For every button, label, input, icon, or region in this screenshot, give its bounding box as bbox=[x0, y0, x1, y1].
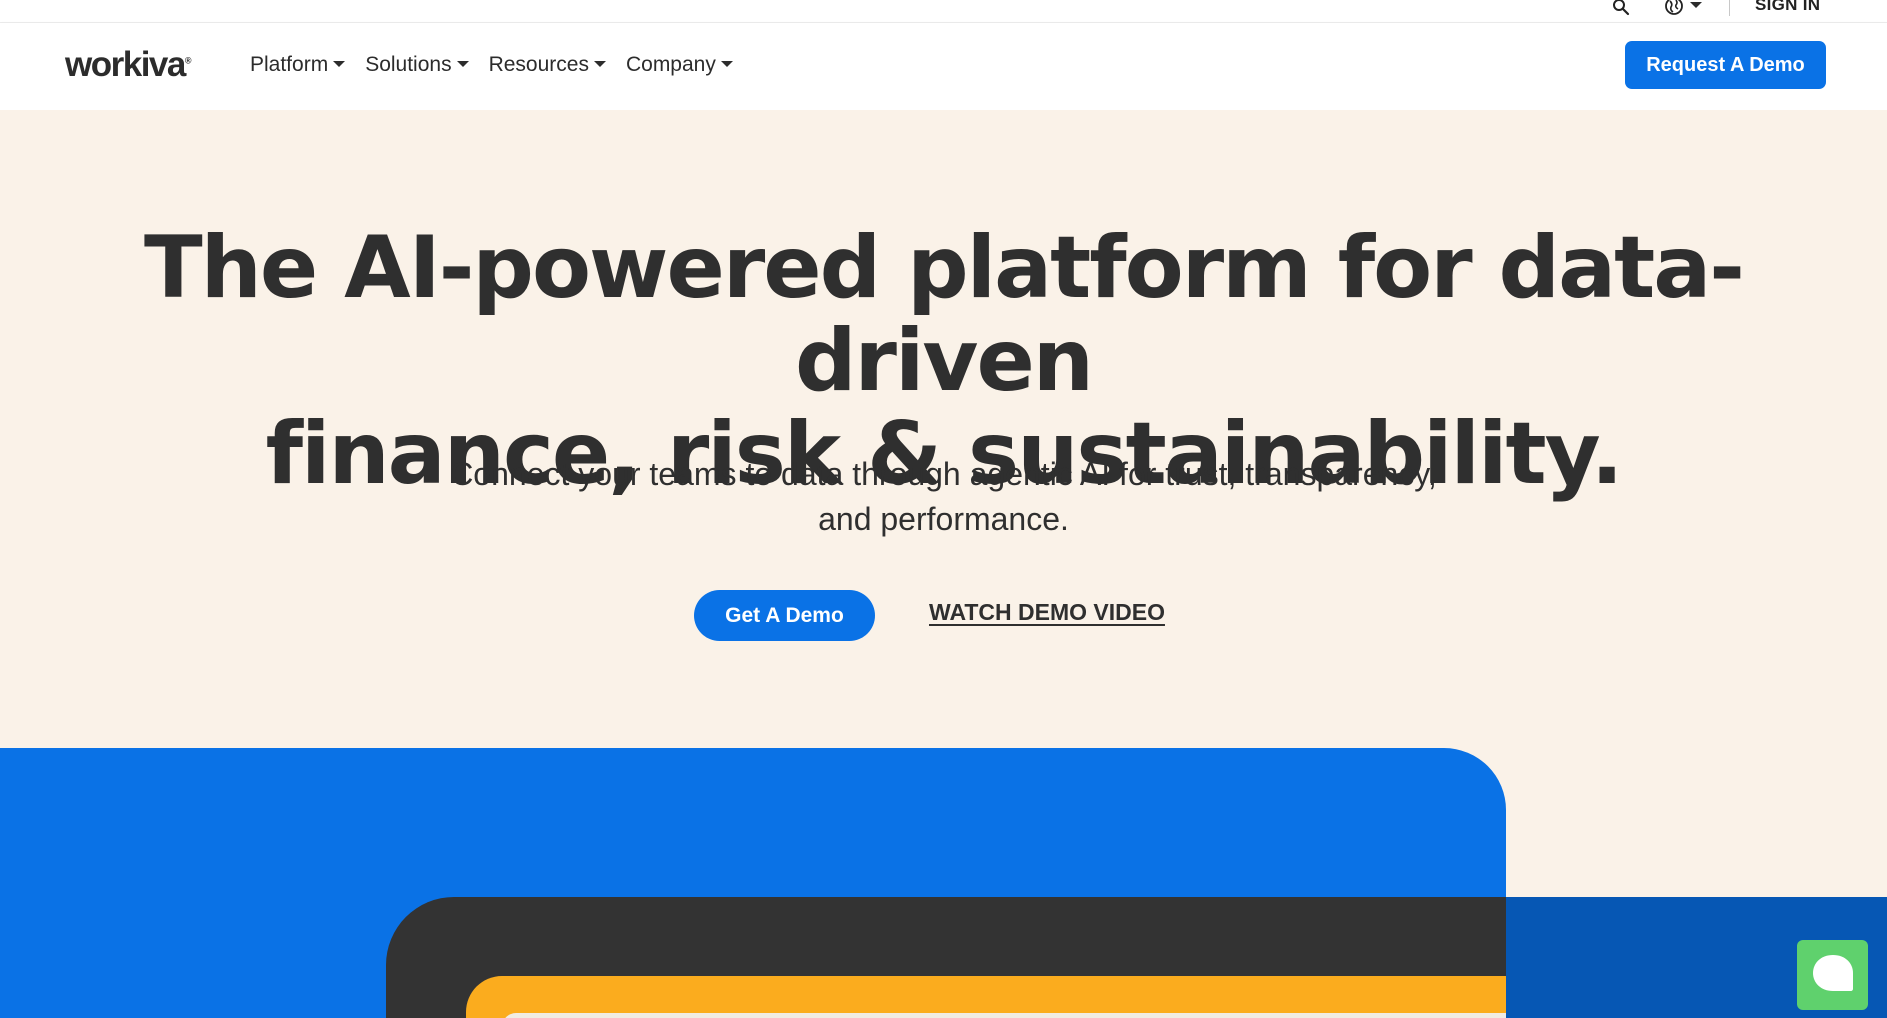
hero-subtitle-line-2: and performance. bbox=[818, 501, 1069, 537]
nav-item-company[interactable]: Company bbox=[626, 53, 733, 77]
watch-demo-video-link[interactable]: WATCH DEMO VIDEO bbox=[929, 599, 1165, 626]
divider bbox=[1729, 0, 1730, 16]
search-button[interactable] bbox=[1610, 0, 1632, 18]
nav-item-label: Platform bbox=[250, 53, 329, 76]
sign-in-link[interactable]: SIGN IN bbox=[1755, 0, 1820, 15]
nav-item-label: Solutions bbox=[365, 53, 452, 76]
chevron-down-icon bbox=[333, 61, 346, 67]
nav-item-label: Resources bbox=[488, 53, 589, 76]
chevron-down-icon bbox=[593, 61, 606, 67]
request-demo-button[interactable]: Request A Demo bbox=[1625, 41, 1826, 89]
nav-item-solutions[interactable]: Solutions bbox=[365, 53, 469, 77]
logo-text: workiva bbox=[65, 45, 186, 84]
chevron-down-icon bbox=[456, 61, 469, 67]
hero-section: The AI-powered platform for data-driven … bbox=[0, 110, 1887, 1018]
utility-bar: SIGN IN bbox=[0, 0, 1887, 23]
get-demo-button[interactable]: Get A Demo bbox=[694, 590, 875, 641]
decorative-product-preview bbox=[502, 1013, 1506, 1018]
main-nav: workiva® Platform Solutions Resources Co… bbox=[0, 23, 1887, 110]
workiva-logo[interactable]: workiva® bbox=[65, 45, 192, 85]
search-icon bbox=[1613, 0, 1630, 16]
decorative-yellow-panel bbox=[466, 976, 1506, 1018]
hero-title-line-1: The AI-powered platform for data-driven bbox=[144, 218, 1745, 411]
hero-subtitle: Connect your teams to data through agent… bbox=[0, 452, 1887, 542]
nav-item-label: Company bbox=[625, 53, 716, 76]
chevron-down-icon bbox=[720, 61, 733, 67]
hero-subtitle-line-1: Connect your teams to data through agent… bbox=[450, 456, 1437, 492]
logo-registered-mark: ® bbox=[184, 55, 192, 66]
chat-bubble-icon bbox=[1812, 955, 1853, 991]
language-selector[interactable] bbox=[1664, 0, 1712, 18]
nav-item-resources[interactable]: Resources bbox=[489, 53, 606, 77]
chevron-down-icon bbox=[1690, 2, 1702, 8]
nav-menu: Platform Solutions Resources Company bbox=[250, 53, 733, 77]
chat-widget-button[interactable] bbox=[1797, 940, 1868, 1010]
nav-item-platform[interactable]: Platform bbox=[250, 53, 346, 77]
globe-icon bbox=[1665, 0, 1683, 15]
